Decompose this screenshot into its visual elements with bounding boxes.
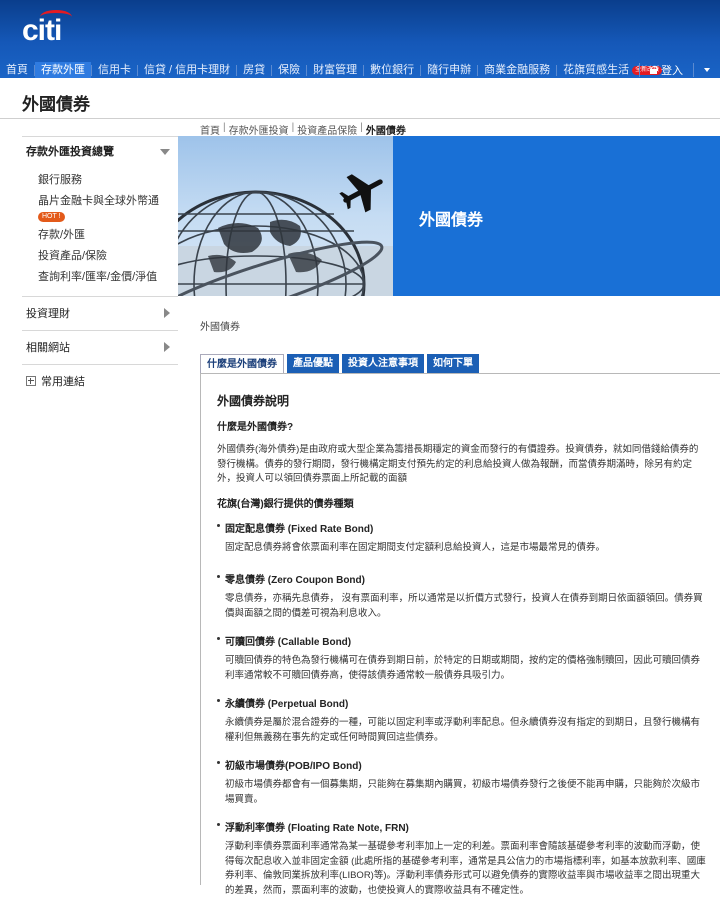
nav-item-home[interactable]: 首頁 xyxy=(0,62,34,78)
bond-title-text: 可贖回債券 (Callable Bond) xyxy=(225,637,351,648)
breadcrumb-separator: | xyxy=(223,122,226,137)
content-heading: 外國債券說明 xyxy=(217,392,706,409)
bond-title-text: 永續債券 (Perpetual Bond) xyxy=(225,699,348,710)
nav-item-loans[interactable]: 信貸 / 信用卡理財 xyxy=(138,62,236,78)
content-tabs: 什麼是外國債券 產品優點 投資人注意事項 如何下單 xyxy=(200,354,479,373)
sidebar-submenu: 銀行服務 晶片金融卡與全球外幣通 HOT ! 存款/外匯 投資產品/保險 查詢利… xyxy=(22,166,178,296)
bond-title-text: 初級市場債券(POB/IPO Bond) xyxy=(225,761,362,772)
bond-title: 固定配息債券 (Fixed Rate Bond) xyxy=(225,520,706,535)
question-what-is: 什麼是外國債券? xyxy=(217,418,706,433)
nav-item-wealth[interactable]: 財富管理 xyxy=(307,62,363,78)
nav-item-deposit-fx[interactable]: 存款外匯 xyxy=(35,62,91,78)
caret-down-icon[interactable] xyxy=(704,68,710,72)
hero-banner: 外國債券 xyxy=(178,136,720,296)
tab-how-to-order[interactable]: 如何下單 xyxy=(427,354,479,373)
sidebar-section-label: 投資理財 xyxy=(26,308,70,320)
plus-box-icon xyxy=(26,376,36,386)
breadcrumb-deposit[interactable]: 存款外匯投資 xyxy=(229,122,289,137)
content-panel: 外國債券說明 什麼是外國債券? 外國債券(海外債券)是由政府或大型企業為籌措長期… xyxy=(200,373,720,885)
bullet-icon xyxy=(217,575,220,578)
hero-title: 外國債券 xyxy=(419,206,483,230)
bond-desc: 浮動利率債券票面利率通常為某一基礎參考利率加上一定的利差。票面利率會隨該基礎參考… xyxy=(225,840,706,898)
nav-item-digital-banking[interactable]: 數位銀行 xyxy=(364,62,420,78)
bullet-icon xyxy=(217,637,220,640)
tab-advantages[interactable]: 產品優點 xyxy=(287,354,339,373)
sidebar-links-label: 常用連結 xyxy=(41,376,85,388)
bullet-icon xyxy=(217,823,220,826)
breadcrumb-investment[interactable]: 投資產品保險 xyxy=(297,122,357,137)
sidebar-item-related-sites[interactable]: 相關網站 xyxy=(22,330,178,364)
hero-panel: 外國債券 xyxy=(393,136,720,296)
sidebar-head-label: 存款外匯投資總覽 xyxy=(26,146,114,158)
sidebar-item-rates[interactable]: 查詢利率/匯率/金價/淨值 xyxy=(38,267,178,288)
sidebar-section-label: 相關網站 xyxy=(26,342,70,354)
bond-title: 零息債券 (Zero Coupon Bond) xyxy=(225,571,706,586)
sidebar-item-investment[interactable]: 投資產品/保險 xyxy=(38,246,178,267)
bond-title: 浮動利率債券 (Floating Rate Note, FRN) xyxy=(225,819,706,834)
nav-item-credit-card[interactable]: 信用卡 xyxy=(92,62,137,78)
lock-icon xyxy=(650,66,657,74)
main-nav: 首頁 存款外匯 信用卡 信貸 / 信用卡理財 房貸 保險 財富管理 數位銀行 隨… xyxy=(0,62,720,78)
bullet-icon xyxy=(217,699,220,702)
bullet-icon xyxy=(217,524,220,527)
nav-item-insurance[interactable]: 保險 xyxy=(272,62,306,78)
nav-item-mobile-apply[interactable]: 隨行申辦 xyxy=(421,62,477,78)
bond-title-text: 浮動利率債券 (Floating Rate Note, FRN) xyxy=(225,823,409,834)
breadcrumb-current: 外國債券 xyxy=(366,122,406,137)
triangle-right-icon xyxy=(164,342,170,352)
nav-item-lifestyle-label: 花旗質感生活 xyxy=(563,64,629,76)
title-divider xyxy=(0,118,720,119)
hero-image xyxy=(178,136,393,296)
citi-logo[interactable]: citi xyxy=(22,10,82,46)
page-title: 外國債券 xyxy=(22,90,90,115)
bond-desc: 永續債券是屬於混合證券的一種，可能以固定利率或浮動利率配息。但永續債券沒有指定的… xyxy=(225,716,706,745)
breadcrumb: 首頁 | 存款外匯投資 | 投資產品保險 | 外國債券 xyxy=(200,122,406,137)
triangle-down-icon xyxy=(160,149,170,155)
section-label: 外國債券 xyxy=(200,318,240,333)
bond-title-text: 固定配息債券 (Fixed Rate Bond) xyxy=(225,524,373,535)
breadcrumb-separator: | xyxy=(292,122,295,137)
globe-airplane-illustration xyxy=(178,136,393,296)
definition-paragraph: 外國債券(海外債券)是由政府或大型企業為籌措長期穩定的資金而發行的有價證券。投資… xyxy=(217,443,706,487)
bond-title: 初級市場債券(POB/IPO Bond) xyxy=(225,757,706,772)
bond-title: 永續債券 (Perpetual Bond) xyxy=(225,695,706,710)
bond-desc: 零息債券，亦稱先息債券， 沒有票面利率，所以通常是以折價方式發行，投資人在債券到… xyxy=(225,592,706,621)
nav-divider xyxy=(693,63,694,77)
bond-desc: 初級市場債券都會有一個募集期，只能夠在募集期內購買，初級市場債券發行之後便不能再… xyxy=(225,778,706,807)
tab-investor-notes[interactable]: 投資人注意事項 xyxy=(342,354,424,373)
question-bond-types: 花旗(台灣)銀行提供的債券種類 xyxy=(217,495,706,510)
nav-item-business[interactable]: 商業金融服務 xyxy=(478,62,556,78)
nav-right: 登入 xyxy=(639,62,720,78)
tab-what-is[interactable]: 什麼是外國債券 xyxy=(200,354,284,374)
triangle-right-icon xyxy=(164,308,170,318)
site-header: citi 首頁 存款外匯 信用卡 信貸 / 信用卡理財 房貸 保險 財富管理 數… xyxy=(0,0,720,78)
hot-badge-row: HOT ! xyxy=(38,209,178,225)
bond-title-text: 零息債券 (Zero Coupon Bond) xyxy=(225,575,365,586)
sidebar-item-deposit-fx[interactable]: 存款/外匯 xyxy=(38,225,178,246)
bullet-icon xyxy=(217,761,220,764)
bond-desc: 固定配息債券將會依票面利率在固定期間支付定額利息給投資人，這是市場最常見的債券。 xyxy=(225,541,706,556)
sidebar: 存款外匯投資總覽 銀行服務 晶片金融卡與全球外幣通 HOT ! 存款/外匯 投資… xyxy=(22,136,178,398)
login-button[interactable]: 登入 xyxy=(640,62,693,78)
sidebar-item-banking[interactable]: 銀行服務 xyxy=(38,170,178,191)
login-label: 登入 xyxy=(661,62,683,78)
bond-title: 可贖回債券 (Callable Bond) xyxy=(225,633,706,648)
sidebar-head-overview[interactable]: 存款外匯投資總覽 xyxy=(22,136,178,166)
hot-badge: HOT ! xyxy=(38,212,65,222)
bond-list: 固定配息債券 (Fixed Rate Bond) 固定配息債券將會依票面利率在固… xyxy=(217,520,706,898)
logo-text: citi xyxy=(22,14,61,48)
sidebar-item-chip-card[interactable]: 晶片金融卡與全球外幣通 xyxy=(38,194,178,209)
breadcrumb-home[interactable]: 首頁 xyxy=(200,122,220,137)
sidebar-item-invest-finance[interactable]: 投資理財 xyxy=(22,296,178,330)
nav-item-mortgage[interactable]: 房貸 xyxy=(237,62,271,78)
breadcrumb-separator: | xyxy=(360,122,363,137)
bond-desc: 可贖回債券的特色為發行機構可在債券到期日前，於特定的日期或期間，按約定的價格強制… xyxy=(225,654,706,683)
sidebar-item-common-links[interactable]: 常用連結 xyxy=(22,364,178,398)
